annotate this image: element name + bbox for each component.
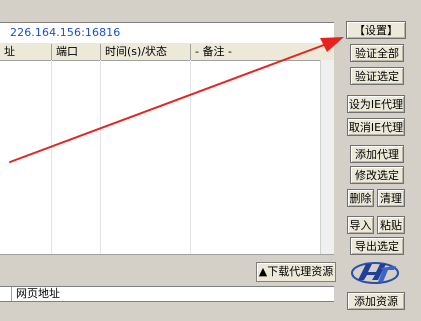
paste-button[interactable]: 粘贴 <box>377 216 405 234</box>
column-header-address[interactable]: 址 <box>0 44 52 60</box>
column-divider <box>51 60 52 254</box>
verify-all-button[interactable]: 验证全部 <box>350 44 404 62</box>
set-ie-proxy-button[interactable]: 设为IE代理 <box>347 95 405 113</box>
column-header-notes[interactable]: - 备注 - <box>191 44 320 60</box>
settings-button[interactable]: 【设置】 <box>346 21 406 39</box>
add-resource-button[interactable]: 添加资源 <box>347 292 405 310</box>
hdt-logo-icon <box>351 262 399 284</box>
modify-selected-button[interactable]: 修改选定 <box>350 166 404 184</box>
delete-button[interactable]: 删除 <box>347 189 374 207</box>
address-text: 226.164.156:16816 <box>10 26 121 39</box>
address-field[interactable]: 226.164.156:16816 <box>0 22 334 44</box>
download-proxy-resources-button[interactable]: ▲下载代理资源 <box>256 262 336 282</box>
cancel-ie-proxy-button[interactable]: 取消IE代理 <box>347 118 405 136</box>
verify-selected-button[interactable]: 验证选定 <box>350 67 404 85</box>
column-header-time-status[interactable]: 时间(s)/状态 <box>101 44 191 60</box>
web-address-bar: 网页地址 <box>0 286 334 302</box>
add-proxy-button[interactable]: 添加代理 <box>350 145 404 163</box>
app-window: 226.164.156:16816 址 端口 时间(s)/状态 - 备注 - ▲… <box>0 0 421 321</box>
export-selected-button[interactable]: 导出选定 <box>350 237 404 255</box>
column-divider <box>100 60 101 254</box>
web-address-label: 网页地址 <box>16 287 60 300</box>
import-button[interactable]: 导入 <box>347 216 374 234</box>
column-header-port[interactable]: 端口 <box>52 44 101 60</box>
web-bar-spacer <box>0 287 12 301</box>
table-header: 址 端口 时间(s)/状态 - 备注 - <box>0 44 334 61</box>
column-divider <box>190 60 191 254</box>
proxy-table[interactable]: 址 端口 时间(s)/状态 - 备注 - <box>0 44 334 255</box>
vertical-scrollbar[interactable] <box>320 60 334 254</box>
clean-button[interactable]: 清理 <box>377 189 405 207</box>
